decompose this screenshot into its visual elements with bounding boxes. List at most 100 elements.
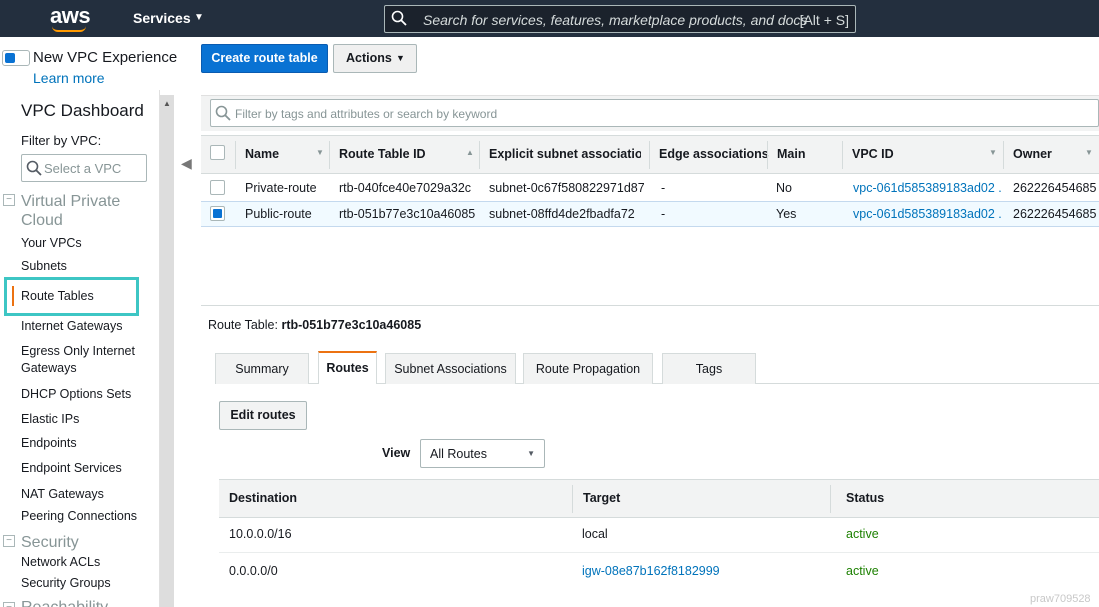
collapse-section-icon[interactable]: − — [3, 535, 15, 547]
sidebar-item-egress-only-internet-gateways[interactable]: Egress Only Internet Gateways — [21, 343, 146, 377]
row-checkbox[interactable] — [210, 180, 225, 195]
tab-tags[interactable]: Tags — [662, 353, 756, 384]
sidebar-item-internet-gateways[interactable]: Internet Gateways — [21, 318, 122, 335]
sidebar-item-route-tables[interactable]: Route Tables — [21, 288, 94, 305]
tab-summary[interactable]: Summary — [215, 353, 309, 384]
table-header — [201, 135, 1099, 174]
search-icon — [215, 105, 231, 121]
sidebar-item-peering-connections[interactable]: Peering Connections — [21, 508, 137, 525]
cell-main: Yes — [776, 207, 797, 221]
vpc-dashboard-link[interactable]: VPC Dashboard — [21, 101, 144, 121]
sidebar-item-dhcp-options-sets[interactable]: DHCP Options Sets — [21, 386, 131, 403]
edit-routes-button[interactable]: Edit routes — [219, 401, 307, 430]
route-destination: 0.0.0.0/0 — [229, 564, 278, 578]
tab-routes[interactable]: Routes — [318, 351, 377, 384]
cell-name: Public-route — [245, 207, 312, 221]
chevron-down-icon: ▼ — [527, 449, 535, 458]
cell-subnet: subnet-0c67f580822971d87 — [489, 181, 644, 195]
new-vpc-toggle[interactable] — [2, 50, 30, 66]
cell-subnet: subnet-08ffd4de2fbadfa72 — [489, 207, 635, 221]
cell-vpc-id-link[interactable]: vpc-061d585389183ad02 ... — [853, 207, 1001, 221]
create-route-table-button[interactable]: Create route table — [201, 44, 328, 73]
column-divider — [1003, 141, 1004, 169]
sidebar-item-subnets[interactable]: Subnets — [21, 258, 67, 275]
cell-route-table-id: rtb-040fce40e7029a32c — [339, 181, 472, 195]
select-all-checkbox[interactable] — [210, 145, 225, 160]
cell-name: Private-route — [245, 181, 317, 195]
aws-logo-smile — [52, 26, 86, 32]
route-table-label: Route Table: — [208, 318, 278, 332]
column-header-vpc-id[interactable]: VPC ID — [852, 147, 894, 161]
sidebar-item-endpoints[interactable]: Endpoints — [21, 435, 77, 452]
cell-route-table-id: rtb-051b77e3c10a46085 — [339, 207, 476, 221]
sort-icon[interactable]: ▼ — [316, 148, 324, 157]
collapse-section-icon[interactable]: − — [3, 194, 15, 206]
filter-by-vpc-label: Filter by VPC: — [21, 133, 102, 148]
sidebar-item-network-acls[interactable]: Network ACLs — [21, 554, 100, 571]
tab-subnet-associations[interactable]: Subnet Associations — [385, 353, 516, 384]
sidebar-item-your-vpcs[interactable]: Your VPCs — [21, 235, 82, 252]
chevron-down-icon: ▼ — [396, 53, 405, 63]
section-virtual-private-cloud[interactable]: Virtual Private Cloud — [21, 192, 121, 230]
route-target: local — [582, 527, 608, 541]
route-table-title: Route Table: rtb-051b77e3c10a46085 — [208, 318, 421, 332]
sort-icon[interactable]: ▼ — [989, 148, 997, 157]
column-header-status[interactable]: Status — [846, 491, 884, 505]
chevron-down-icon[interactable]: ▼ — [194, 12, 204, 23]
column-divider — [842, 141, 843, 169]
section-security[interactable]: Security — [21, 533, 79, 552]
sidebar-item-nat-gateways[interactable]: NAT Gateways — [21, 486, 104, 503]
column-divider — [830, 485, 831, 513]
view-select-value: All Routes — [430, 447, 487, 461]
cell-owner: 262226454685 — [1013, 207, 1097, 221]
actions-label: Actions — [346, 51, 392, 65]
column-header-main[interactable]: Main — [777, 147, 805, 161]
column-header-route-table-id[interactable]: Route Table ID — [339, 147, 426, 161]
route-table-id: rtb-051b77e3c10a46085 — [281, 318, 422, 332]
search-placeholder: Search for services, features, marketpla… — [423, 12, 808, 28]
sidebar-scrollbar[interactable] — [160, 95, 174, 607]
sidebar-item-security-groups[interactable]: Security Groups — [21, 575, 111, 592]
routes-table-header — [219, 479, 1099, 518]
actions-button[interactable]: Actions ▼ — [333, 44, 417, 73]
route-target-link[interactable]: igw-08e87b162f8182999 — [582, 564, 720, 578]
learn-more-link[interactable]: Learn more — [33, 70, 105, 86]
search-icon — [26, 160, 42, 176]
sidebar-item-elastic-ips[interactable]: Elastic IPs — [21, 411, 79, 428]
services-menu[interactable]: Services — [133, 10, 191, 26]
cell-vpc-id-link[interactable]: vpc-061d585389183ad02 ... — [853, 181, 1001, 195]
column-divider — [329, 141, 330, 169]
view-select[interactable]: All Routes ▼ — [420, 439, 545, 468]
vpc-select[interactable]: Select a VPC — [21, 154, 147, 182]
view-label: View — [382, 446, 411, 460]
tab-route-propagation[interactable]: Route Propagation — [523, 353, 653, 384]
sort-ascending-icon[interactable]: ▲ — [466, 148, 474, 157]
column-header-explicit-subnet-association[interactable]: Explicit subnet association — [489, 147, 641, 161]
cell-main: No — [776, 181, 792, 195]
vpc-select-placeholder: Select a VPC — [44, 161, 122, 176]
scroll-up-icon[interactable]: ▲ — [163, 99, 171, 108]
watermark: praw709528 — [1030, 593, 1091, 605]
column-header-owner[interactable]: Owner — [1013, 147, 1052, 161]
column-header-name[interactable]: Name — [245, 147, 279, 161]
column-header-target[interactable]: Target — [583, 491, 620, 505]
collapse-section-icon[interactable]: − — [3, 602, 15, 607]
column-divider — [649, 141, 650, 169]
route-status: active — [846, 564, 879, 578]
cell-edge: - — [661, 181, 666, 195]
filter-input[interactable]: Filter by tags and attributes or search … — [210, 99, 1099, 127]
section-reachability[interactable]: Reachability — [21, 598, 108, 607]
collapse-sidebar-icon[interactable]: ◀ — [181, 155, 192, 172]
column-divider — [235, 141, 236, 169]
top-nav: aws Services ▼ Search for services, feat… — [0, 0, 1099, 37]
sidebar-item-endpoint-services[interactable]: Endpoint Services — [21, 460, 122, 477]
new-vpc-experience-label: New VPC Experience — [33, 49, 178, 66]
toggle-knob — [5, 53, 15, 63]
sort-icon[interactable]: ▼ — [1085, 148, 1093, 157]
column-header-destination[interactable]: Destination — [229, 491, 297, 505]
route-status: active — [846, 527, 879, 541]
column-header-edge-associations[interactable]: Edge associations — [659, 147, 769, 161]
search-input[interactable]: Search for services, features, marketpla… — [384, 5, 856, 33]
column-divider — [479, 141, 480, 169]
row-checkbox-checked[interactable] — [210, 206, 225, 221]
